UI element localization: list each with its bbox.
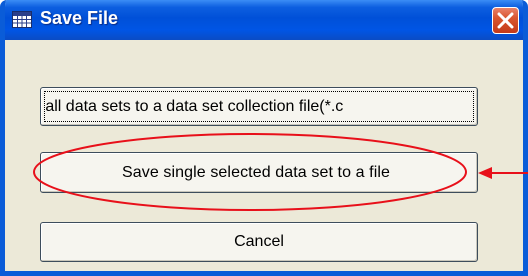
table-icon (12, 11, 32, 28)
save-single-dataset-label: Save single selected data set to a file (121, 163, 391, 181)
save-all-datasets-label: ve all data sets to a data set collectio… (40, 97, 344, 115)
title-bar[interactable]: Save File (5, 0, 523, 40)
close-icon (497, 12, 514, 29)
save-single-dataset-button[interactable]: Save single selected data set to a file (40, 152, 478, 193)
cancel-button[interactable]: Cancel (40, 222, 478, 262)
cancel-label: Cancel (234, 233, 284, 250)
window-title: Save File (40, 8, 119, 28)
save-all-datasets-button[interactable]: ve all data sets to a data set collectio… (40, 87, 478, 126)
close-button[interactable] (492, 7, 519, 34)
